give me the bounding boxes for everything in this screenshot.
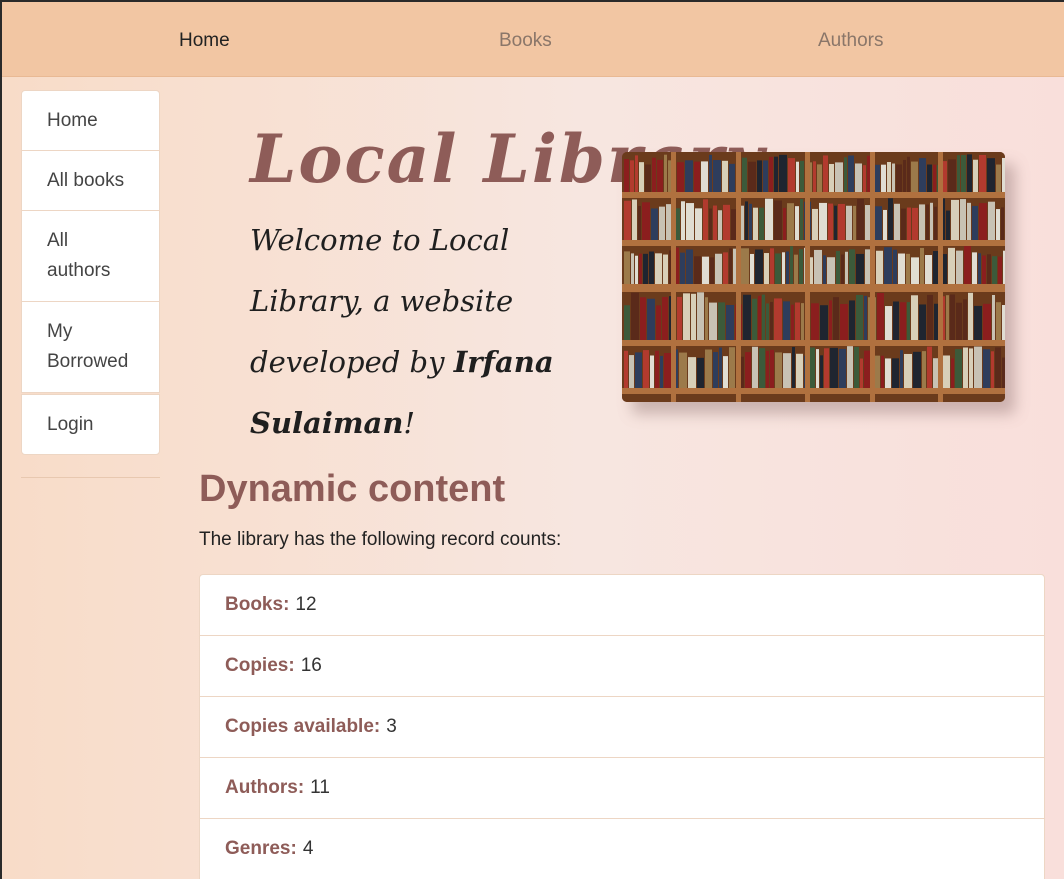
list-item: Authors: 11 [200,758,1044,819]
list-item: Genres: 4 [200,819,1044,879]
count-label: Copies: [225,655,295,676]
dynamic-content-subtitle: The library has the following record cou… [199,529,562,550]
sidebar-item-login[interactable]: Login [21,394,160,455]
record-counts-list: Books: 12 Copies: 16 Copies available: 3 Autho… [199,574,1045,879]
count-value: 4 [302,838,314,859]
bookshelf-image [622,152,1005,402]
sidebar-item-label: My Borrowed [47,321,129,372]
sidebar-divider [21,477,160,478]
count-label: Copies available: [225,716,381,737]
sidebar-item-all-authors[interactable]: All authors [21,210,160,302]
sidebar-item-label: Login [47,413,94,435]
sidebar-item-all-books[interactable]: All books [21,150,160,211]
browser-viewport: Home Books Authors Home All books All au… [2,2,1064,879]
top-navbar: Home Books Authors [2,2,1064,77]
count-value: 3 [386,716,397,737]
count-value: 12 [295,594,317,615]
topnav-books-link[interactable]: Books [499,30,552,52]
sidebar-item-label: All books [47,169,125,191]
count-label: Genres: [225,838,297,859]
sidebar-nav: Home All books All authors My Borrowed L… [21,90,160,455]
sidebar-item-home[interactable]: Home [21,90,160,151]
count-value: 11 [310,777,330,798]
dynamic-content-heading: Dynamic content [199,468,506,510]
sidebar-item-label: All authors [47,230,111,281]
topnav-home-link[interactable]: Home [179,30,230,52]
count-label: Books: [225,594,290,615]
list-item: Copies: 16 [200,636,1044,697]
list-item: Books: 12 [200,575,1044,636]
sidebar-item-my-borrowed[interactable]: My Borrowed [21,301,160,393]
hero-welcome-text: Welcome to Local Library, a website deve… [250,210,610,454]
topnav-authors-link[interactable]: Authors [818,30,883,52]
count-label: Authors: [225,777,305,798]
hero-suffix: ! [403,406,416,440]
list-item: Copies available: 3 [200,697,1044,758]
count-value: 16 [300,655,322,676]
sidebar-item-label: Home [47,109,98,131]
